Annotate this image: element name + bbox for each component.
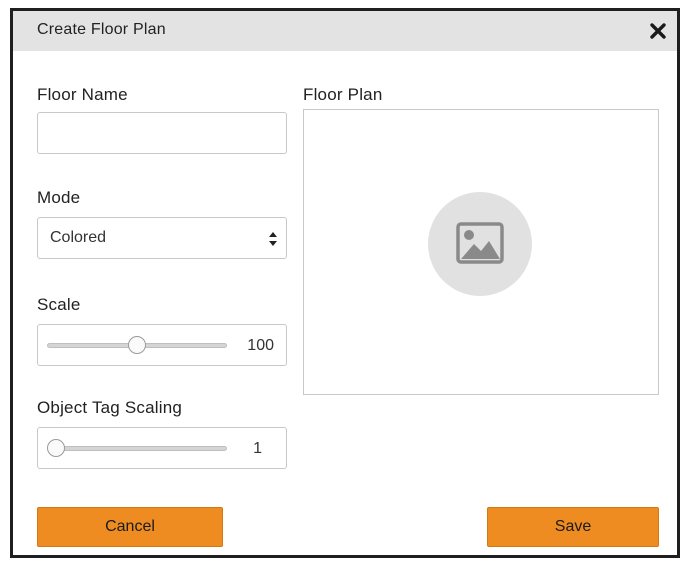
create-floor-plan-dialog: Create Floor Plan Floor Name Mode Colore…	[10, 8, 680, 558]
object-tag-scaling-label: Object Tag Scaling	[37, 398, 183, 417]
dialog-titlebar: Create Floor Plan	[13, 11, 677, 51]
floor-name-field-box	[37, 112, 287, 154]
floor-plan-upload-area[interactable]	[303, 109, 659, 395]
scale-value: 100	[247, 337, 274, 354]
select-arrows-icon	[268, 230, 278, 248]
object-tag-scaling-slider-thumb[interactable]	[47, 439, 65, 457]
mode-selected-value: Colored	[50, 229, 107, 246]
floor-name-label: Floor Name	[37, 85, 128, 104]
scale-slider-thumb[interactable]	[128, 336, 146, 354]
object-tag-scaling-value: 1	[253, 440, 262, 457]
image-placeholder-circle	[428, 192, 532, 296]
cancel-button[interactable]: Cancel	[37, 507, 223, 547]
scale-slider-box: 100	[37, 324, 287, 366]
floor-name-input[interactable]	[38, 113, 286, 153]
close-icon[interactable]	[649, 22, 667, 40]
dialog-title: Create Floor Plan	[37, 21, 166, 38]
mode-select[interactable]: Colored	[37, 217, 287, 259]
floor-plan-label: Floor Plan	[303, 85, 383, 104]
mode-label: Mode	[37, 188, 81, 207]
image-icon	[456, 222, 504, 264]
save-button[interactable]: Save	[487, 507, 659, 547]
scale-label: Scale	[37, 295, 81, 314]
object-tag-scaling-slider-box: 1	[37, 427, 287, 469]
object-tag-scaling-slider-track[interactable]	[47, 446, 227, 451]
